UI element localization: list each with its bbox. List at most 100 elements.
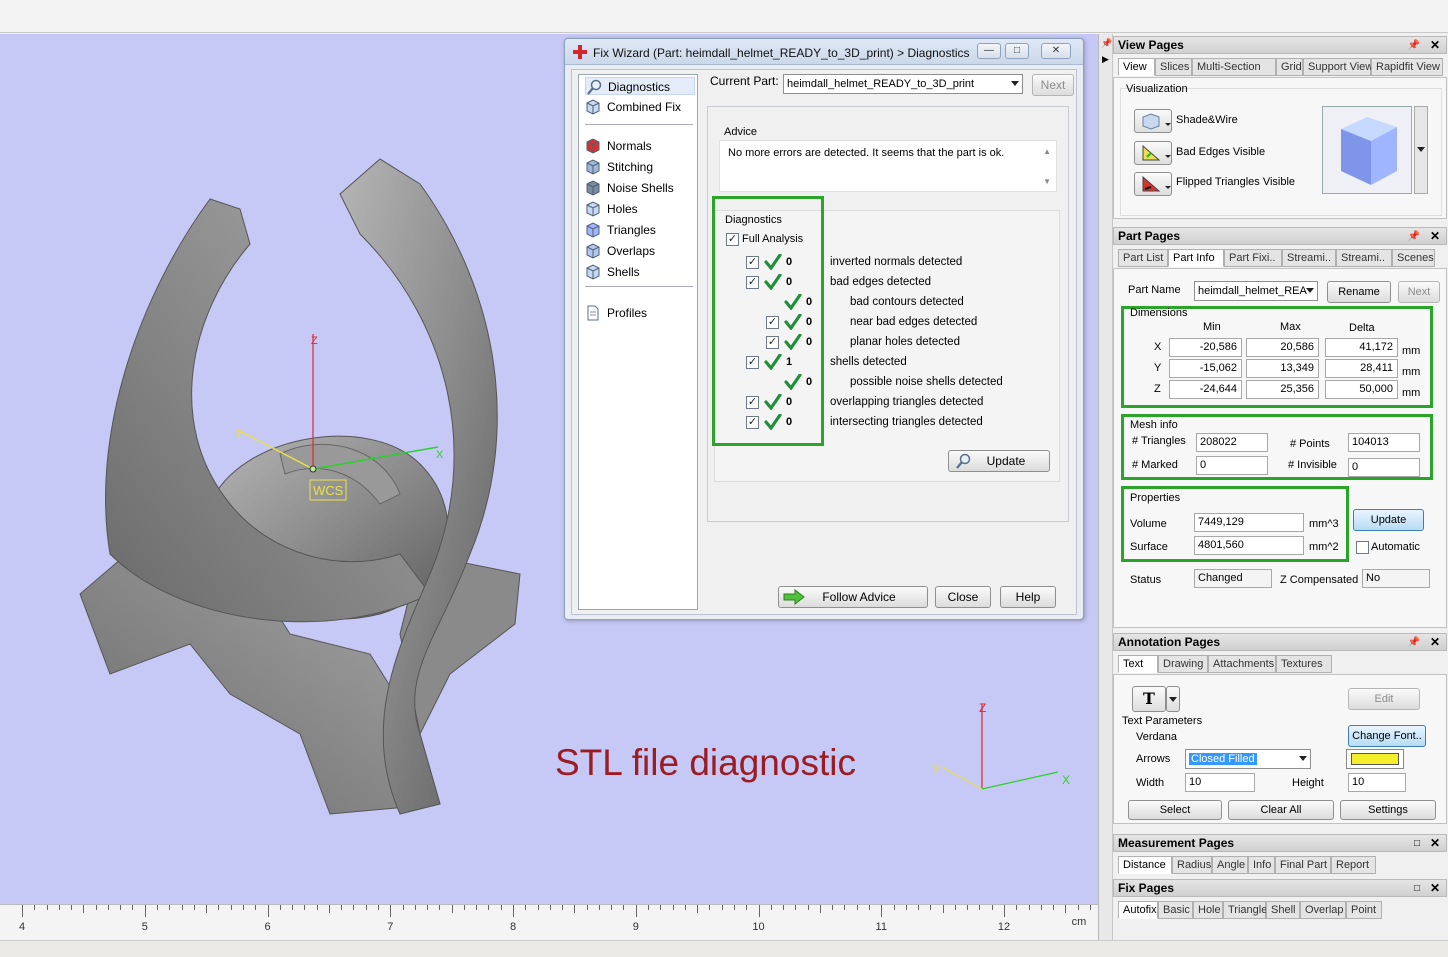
- nav-holes[interactable]: Holes: [585, 200, 638, 218]
- tab-point[interactable]: Point: [1346, 901, 1382, 919]
- minimize-button[interactable]: —: [977, 43, 1001, 59]
- restore-icon[interactable]: □: [1414, 836, 1420, 852]
- nav-normals[interactable]: Normals: [585, 137, 652, 155]
- diagnostics-update-button[interactable]: Update: [948, 450, 1050, 472]
- close-icon[interactable]: ✕: [1430, 634, 1440, 650]
- nav-triangles[interactable]: Triangles: [585, 221, 656, 239]
- tab-rapidfit-view[interactable]: Rapidfit View: [1371, 58, 1443, 76]
- current-part-select[interactable]: heimdall_helmet_READY_to_3D_print: [783, 74, 1023, 94]
- tab-textures[interactable]: Textures: [1276, 655, 1332, 673]
- height-field[interactable]: 10: [1348, 773, 1406, 792]
- part-name-select[interactable]: heimdall_helmet_REA: [1194, 281, 1318, 301]
- tab-support-view[interactable]: Support View: [1303, 58, 1373, 76]
- row-checkbox[interactable]: ✓: [766, 336, 779, 349]
- text-tool-dropdown[interactable]: [1166, 686, 1180, 712]
- nav-noise-shells[interactable]: Noise Shells: [585, 179, 674, 197]
- pin-icon[interactable]: 📌: [1408, 38, 1420, 54]
- tab-attachments[interactable]: Attachments: [1208, 655, 1276, 673]
- nav-stitching[interactable]: Stitching: [585, 158, 653, 176]
- nav-overlaps[interactable]: Overlaps: [585, 242, 655, 260]
- tab-view[interactable]: View: [1118, 58, 1155, 76]
- nav-shells[interactable]: Shells: [585, 263, 640, 281]
- arrow-right-icon[interactable]: ▶: [1102, 54, 1109, 65]
- part-pages-header[interactable]: Part Pages 📌 ✕: [1113, 227, 1447, 245]
- tab-overlap[interactable]: Overlap: [1300, 901, 1346, 919]
- tab-info[interactable]: Info: [1248, 856, 1275, 874]
- tab-text[interactable]: Text: [1118, 655, 1158, 673]
- follow-advice-button[interactable]: Follow Advice: [778, 586, 928, 608]
- next-button[interactable]: Next: [1032, 74, 1074, 96]
- tab-part-fixi-[interactable]: Part Fixi..: [1224, 249, 1282, 267]
- close-icon[interactable]: ✕: [1430, 835, 1440, 851]
- row-checkbox[interactable]: ✓: [746, 256, 759, 269]
- view-pages-header[interactable]: View Pages 📌 ✕: [1113, 36, 1447, 54]
- pin-icon[interactable]: 📌: [1408, 635, 1420, 651]
- fix-pages-header[interactable]: Fix Pages □ ✕: [1113, 879, 1447, 897]
- view-cube[interactable]: [1322, 106, 1412, 194]
- settings-button[interactable]: Settings: [1340, 800, 1436, 820]
- tab-distance[interactable]: Distance: [1118, 856, 1172, 874]
- ruler-minor-tick: [83, 905, 85, 913]
- edit-button[interactable]: Edit: [1348, 688, 1420, 710]
- view-dropdown-button[interactable]: [1414, 106, 1428, 194]
- tab-basic[interactable]: Basic: [1158, 901, 1193, 919]
- select-button[interactable]: Select: [1128, 800, 1222, 820]
- arrows-select[interactable]: Closed Filled: [1185, 749, 1311, 769]
- tab-multi-section[interactable]: Multi-Section: [1192, 58, 1276, 76]
- measurement-pages-header[interactable]: Measurement Pages □ ✕: [1113, 834, 1447, 852]
- row-checkbox[interactable]: ✓: [746, 416, 759, 429]
- tab-hole[interactable]: Hole: [1193, 901, 1223, 919]
- dialog-titlebar[interactable]: Fix Wizard (Part: heimdall_helmet_READY_…: [565, 39, 1083, 65]
- close-icon[interactable]: ✕: [1430, 880, 1440, 896]
- tab-part-list[interactable]: Part List: [1118, 249, 1168, 267]
- tab-radius[interactable]: Radius: [1172, 856, 1212, 874]
- change-font-button[interactable]: Change Font..: [1348, 725, 1426, 747]
- row-checkbox[interactable]: ✓: [766, 316, 779, 329]
- tab-angle[interactable]: Angle: [1212, 856, 1248, 874]
- row-checkbox[interactable]: ✓: [746, 276, 759, 289]
- tab-scenes[interactable]: Scenes: [1392, 249, 1435, 267]
- properties-update-button[interactable]: Update: [1353, 509, 1424, 531]
- tab-shell[interactable]: Shell: [1266, 901, 1300, 919]
- nav-diagnostics[interactable]: Diagnostics: [585, 77, 695, 95]
- ruler-minor-tick: [697, 905, 699, 913]
- tab-final-part[interactable]: Final Part: [1275, 856, 1331, 874]
- tab-streami-[interactable]: Streami..: [1336, 249, 1392, 267]
- close-icon[interactable]: ✕: [1430, 37, 1440, 53]
- ruler-minor-tick: [856, 905, 858, 910]
- help-button[interactable]: Help: [1000, 586, 1056, 608]
- tab-slices[interactable]: Slices: [1155, 58, 1192, 76]
- close-icon[interactable]: ✕: [1430, 228, 1440, 244]
- clear-all-button[interactable]: Clear All: [1228, 800, 1334, 820]
- tab-streami-[interactable]: Streami..: [1282, 249, 1336, 267]
- width-field[interactable]: 10: [1185, 773, 1255, 792]
- annotation-pages-header[interactable]: Annotation Pages 📌 ✕: [1113, 633, 1447, 651]
- pin-icon[interactable]: 📌: [1408, 229, 1420, 245]
- tab-report[interactable]: Report: [1331, 856, 1376, 874]
- close-button[interactable]: Close: [935, 586, 991, 608]
- nav-combined-fix[interactable]: Combined Fix: [585, 98, 681, 116]
- row-checkbox[interactable]: ✓: [746, 356, 759, 369]
- tab-part-info[interactable]: Part Info: [1168, 249, 1224, 267]
- tab-grid[interactable]: Grid: [1276, 58, 1303, 76]
- bad-edges-button[interactable]: [1134, 141, 1172, 165]
- nav-profiles[interactable]: Profiles: [585, 304, 647, 322]
- restore-icon[interactable]: □: [1414, 881, 1420, 897]
- color-picker[interactable]: [1346, 749, 1404, 769]
- tab-triangle[interactable]: Triangle: [1223, 901, 1267, 919]
- pin-icon[interactable]: 📌: [1101, 38, 1112, 49]
- close-window-button[interactable]: ✕: [1041, 43, 1071, 59]
- row-checkbox[interactable]: ✓: [746, 396, 759, 409]
- flipped-triangles-button[interactable]: [1134, 172, 1172, 196]
- part-next-button[interactable]: Next: [1398, 281, 1440, 303]
- tab-drawing[interactable]: Drawing: [1158, 655, 1208, 673]
- scroll-up-icon[interactable]: ▲: [1043, 147, 1051, 156]
- shade-wire-button[interactable]: [1134, 109, 1172, 133]
- maximize-button[interactable]: □: [1005, 43, 1029, 59]
- text-tool-button[interactable]: T: [1132, 686, 1166, 712]
- automatic-checkbox[interactable]: [1356, 541, 1369, 554]
- row-count: 0: [786, 276, 793, 288]
- rename-button[interactable]: Rename: [1327, 281, 1391, 303]
- scroll-down-icon[interactable]: ▼: [1043, 177, 1051, 186]
- tab-autofix[interactable]: Autofix: [1118, 901, 1158, 919]
